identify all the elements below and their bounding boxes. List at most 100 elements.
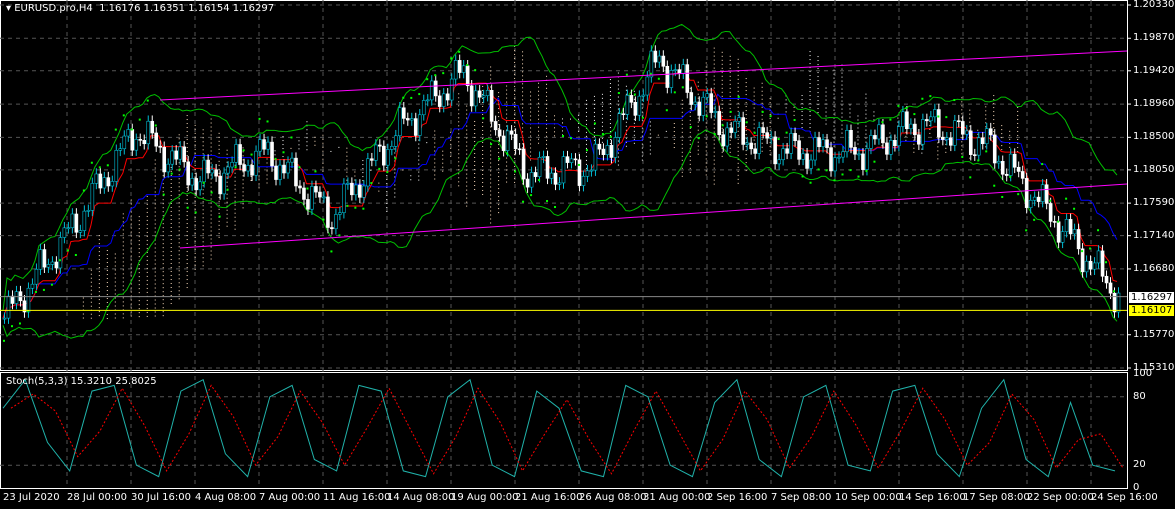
ichimoku-cloud-dot xyxy=(745,146,747,148)
stoch-axis-label: 100 xyxy=(1133,368,1153,379)
ichimoku-cloud-dot xyxy=(490,210,492,212)
ichimoku-cloud-dot xyxy=(386,211,388,213)
candle-body xyxy=(1088,260,1093,270)
ichimoku-cloud-dot xyxy=(825,99,827,101)
parabolic-sar-dot xyxy=(258,117,261,120)
ichimoku-cloud-dot xyxy=(705,162,707,164)
parabolic-sar-dot xyxy=(170,172,173,175)
ichimoku-cloud-dot xyxy=(506,89,508,91)
candle-body xyxy=(717,111,722,135)
candle-body xyxy=(98,173,103,189)
ichimoku-cloud-dot xyxy=(178,230,180,232)
candle-body xyxy=(733,121,737,133)
ichimoku-cloud-dot xyxy=(90,293,92,295)
candle-body xyxy=(617,113,622,138)
ichimoku-cloud-dot xyxy=(130,235,132,237)
ichimoku-cloud-dot xyxy=(202,153,204,155)
parabolic-sar-dot xyxy=(50,283,53,286)
ichimoku-cloud-dot xyxy=(154,243,156,245)
ichimoku-cloud-dot xyxy=(138,304,140,306)
ichimoku-cloud-dot xyxy=(929,132,931,134)
ichimoku-cloud-dot xyxy=(98,271,100,273)
ichimoku-cloud-dot xyxy=(162,211,164,213)
ichimoku-cloud-dot xyxy=(234,192,236,194)
ichimoku-cloud-dot xyxy=(186,275,188,277)
ichimoku-cloud-dot xyxy=(146,239,148,241)
ichimoku-cloud-dot xyxy=(729,115,731,117)
ichimoku-cloud-dot xyxy=(546,87,548,89)
ichimoku-cloud-dot xyxy=(186,155,188,157)
ichimoku-cloud-dot xyxy=(705,146,707,148)
ichimoku-cloud-dot xyxy=(218,212,220,214)
ichimoku-cloud-dot xyxy=(354,171,356,173)
ichimoku-cloud-dot xyxy=(442,154,444,156)
ichimoku-cloud-dot xyxy=(202,237,204,239)
ichimoku-cloud-dot xyxy=(737,86,739,88)
ichimoku-cloud-dot xyxy=(186,131,188,133)
ichimoku-cloud-dot xyxy=(1009,146,1011,148)
ichimoku-cloud-dot xyxy=(530,155,532,157)
ichimoku-cloud-dot xyxy=(466,177,468,179)
ichimoku-cloud-dot xyxy=(761,90,763,92)
ichimoku-cloud-dot xyxy=(609,139,611,141)
ichimoku-cloud-dot xyxy=(138,236,140,238)
parabolic-sar-dot xyxy=(777,138,780,141)
ichimoku-cloud-dot xyxy=(522,107,524,109)
ichimoku-cloud-dot xyxy=(514,173,516,175)
ichimoku-cloud-dot xyxy=(913,143,915,145)
candle-body xyxy=(980,137,985,145)
ichimoku-cloud-dot xyxy=(242,163,244,165)
parabolic-sar-dot xyxy=(426,78,429,81)
ichimoku-cloud-dot xyxy=(210,134,212,136)
ichimoku-cloud-dot xyxy=(490,190,492,192)
ichimoku-cloud-dot xyxy=(458,101,460,103)
chart-canvas[interactable] xyxy=(0,0,1175,509)
parabolic-sar-dot xyxy=(186,206,189,209)
ichimoku-cloud-dot xyxy=(865,145,867,147)
ichimoku-cloud-dot xyxy=(729,135,731,137)
ichimoku-cloud-dot xyxy=(154,235,156,237)
ichimoku-cloud-dot xyxy=(522,99,524,101)
ichimoku-cloud-dot xyxy=(546,103,548,105)
stoch-pane-border xyxy=(0,372,1128,489)
ichimoku-cloud-dot xyxy=(977,133,979,135)
ichimoku-cloud-dot xyxy=(769,142,771,144)
ichimoku-cloud-dot xyxy=(985,126,987,128)
chart-window[interactable]: ▾ EURUSD.pro,H4 1.16176 1.16351 1.16154 … xyxy=(0,0,1175,509)
candle-body xyxy=(1080,248,1085,273)
ichimoku-cloud-dot xyxy=(202,213,204,215)
ichimoku-cloud-dot xyxy=(122,225,124,227)
ichimoku-cloud-dot xyxy=(625,137,627,139)
ichimoku-cloud-dot xyxy=(482,97,484,99)
ichimoku-cloud-dot xyxy=(841,92,843,94)
ichimoku-cloud-dot xyxy=(809,87,811,89)
ichimoku-cloud-dot xyxy=(98,279,100,281)
ichimoku-cloud-dot xyxy=(498,112,500,114)
ichimoku-cloud-dot xyxy=(745,154,747,156)
ichimoku-cloud-dot xyxy=(929,124,931,126)
parabolic-sar-dot xyxy=(306,187,309,190)
ichimoku-cloud-dot xyxy=(546,135,548,137)
ichimoku-cloud-dot xyxy=(713,83,715,85)
ichimoku-cloud-dot xyxy=(218,196,220,198)
stoch-axis-label: 20 xyxy=(1133,459,1146,471)
ichimoku-cloud-dot xyxy=(721,95,723,97)
ichimoku-cloud-dot xyxy=(689,151,691,153)
ichimoku-cloud-dot xyxy=(98,283,100,285)
ichimoku-cloud-dot xyxy=(793,106,795,108)
candle-body xyxy=(877,124,881,140)
ichimoku-cloud-dot xyxy=(490,122,492,124)
candle-body xyxy=(845,130,849,153)
parabolic-sar-dot xyxy=(1105,261,1108,264)
ichimoku-cloud-dot xyxy=(977,129,979,131)
ichimoku-cloud-dot xyxy=(609,95,611,97)
ichimoku-cloud-dot xyxy=(713,47,715,49)
ichimoku-cloud-dot xyxy=(146,223,148,225)
ichimoku-cloud-dot xyxy=(154,163,156,165)
ichimoku-cloud-dot xyxy=(641,147,643,149)
candle-body xyxy=(270,141,274,167)
candle-body xyxy=(533,172,538,177)
ichimoku-cloud-dot xyxy=(194,268,196,270)
ichimoku-cloud-dot xyxy=(498,180,500,182)
ichimoku-cloud-dot xyxy=(522,111,524,113)
